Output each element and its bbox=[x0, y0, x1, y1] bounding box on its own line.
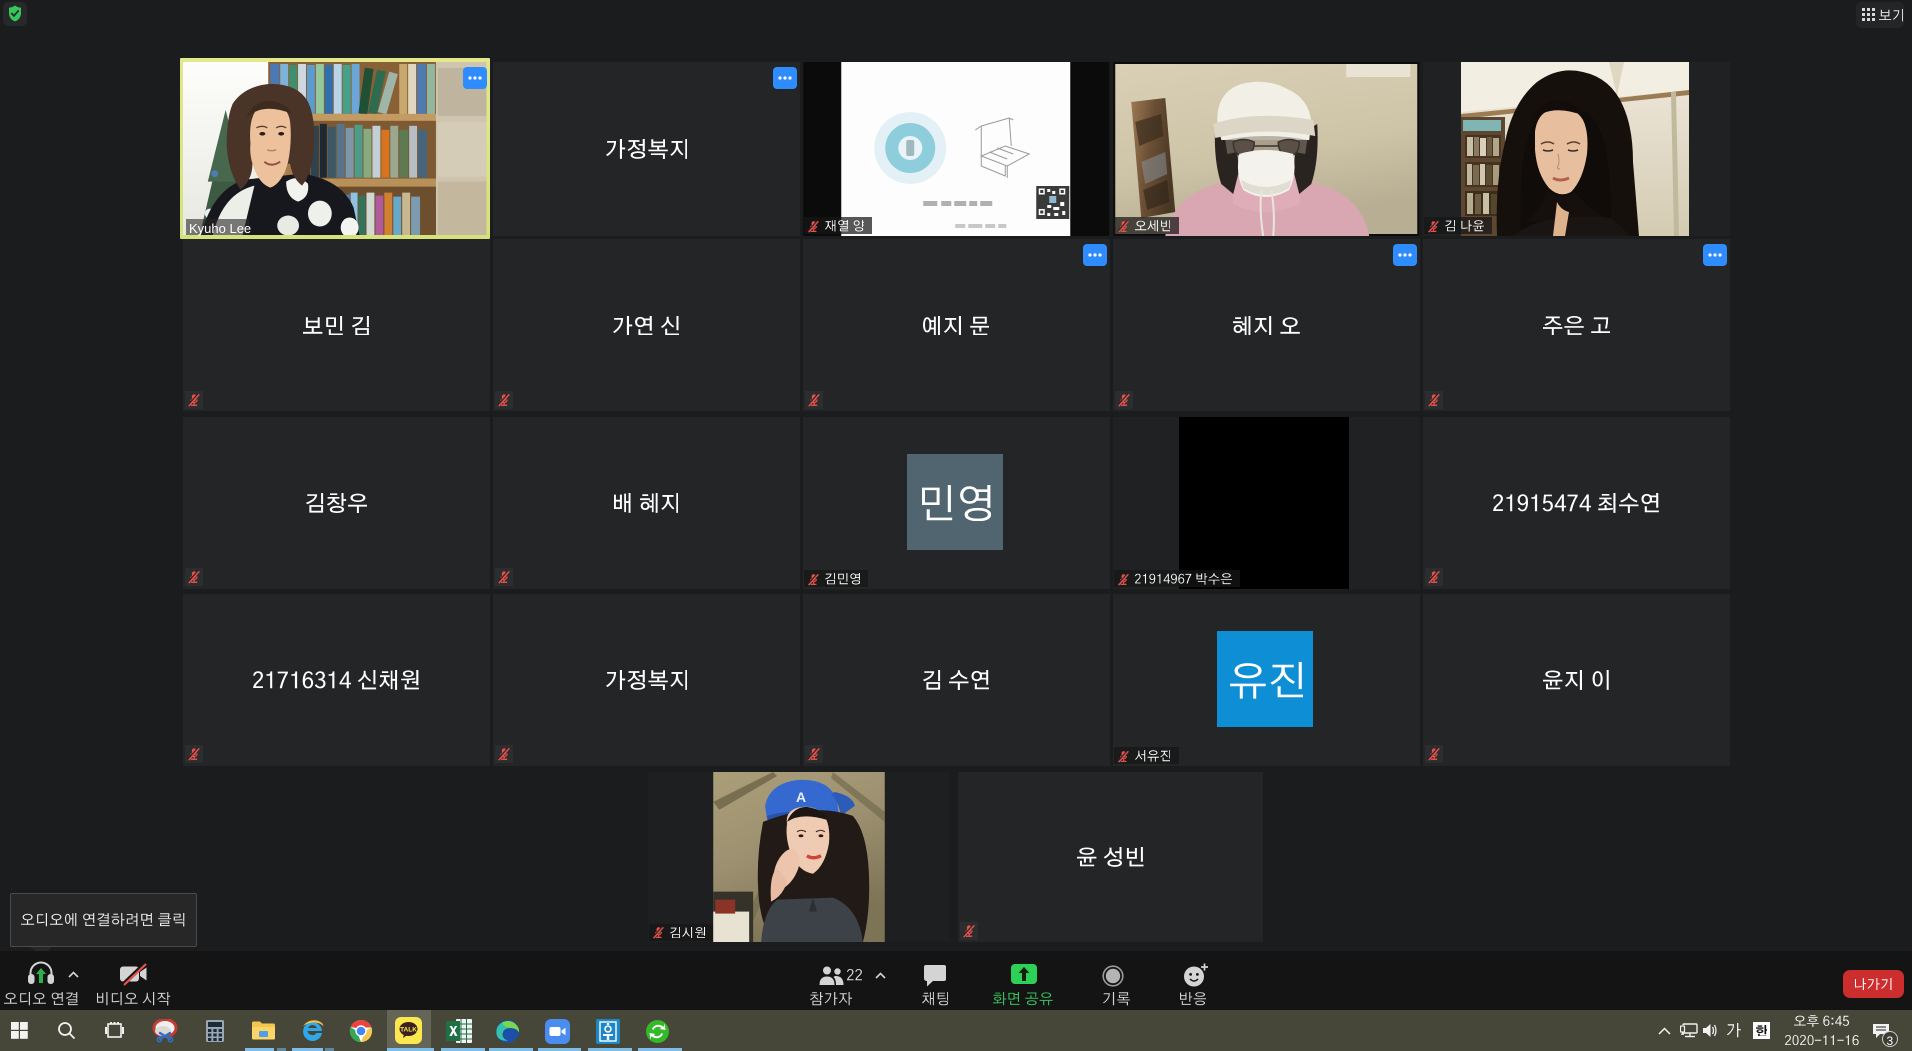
svg-text:A: A bbox=[796, 788, 806, 804]
svg-text:TALK: TALK bbox=[400, 1027, 417, 1034]
